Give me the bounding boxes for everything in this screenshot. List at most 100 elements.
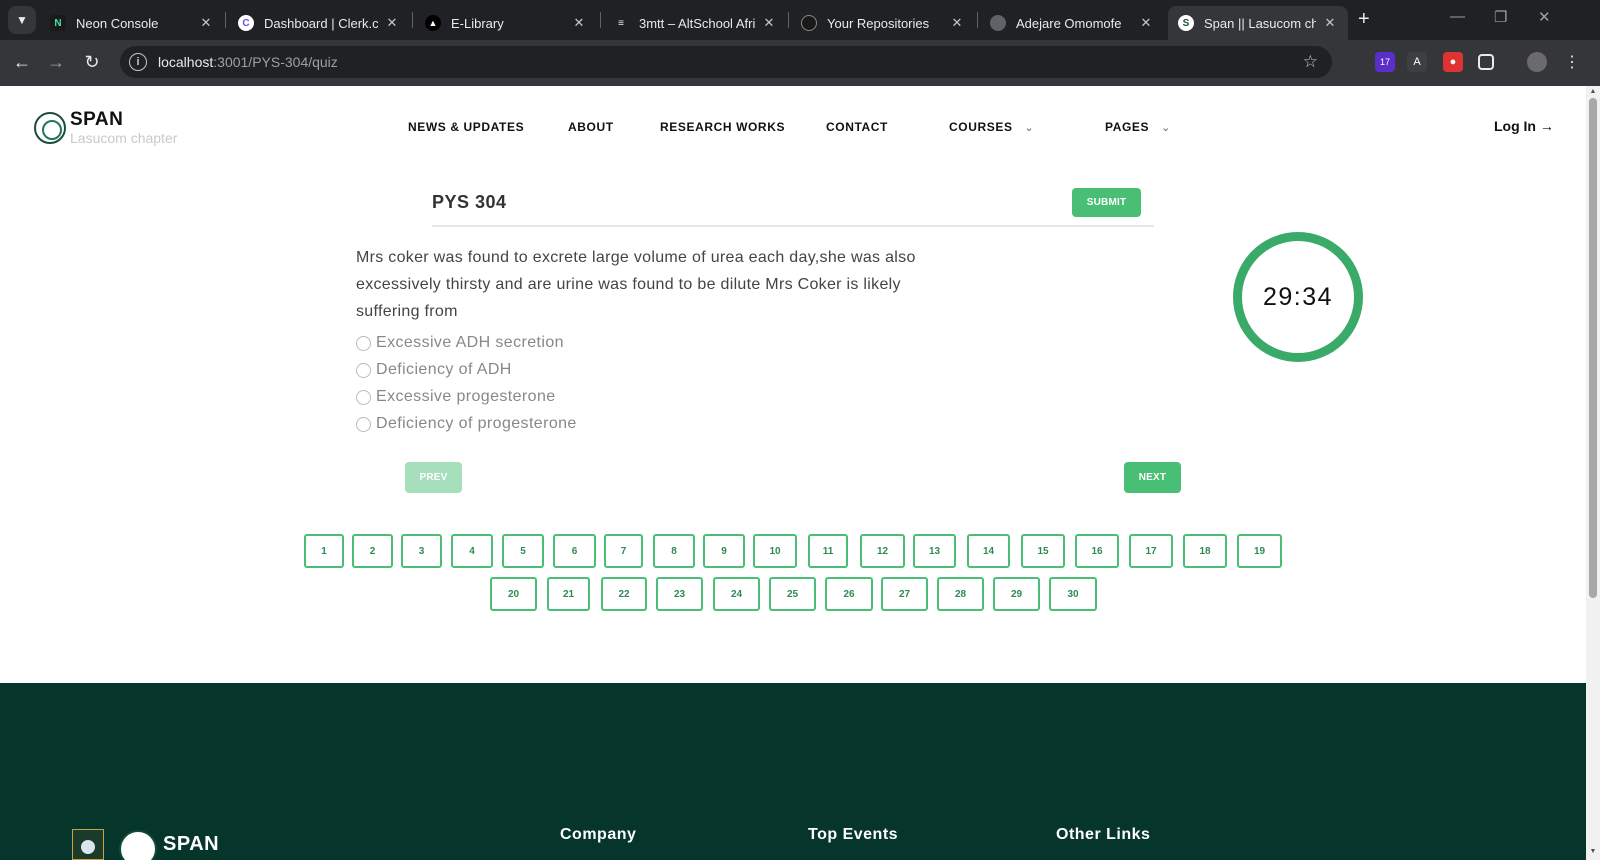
question-number-button[interactable]: 29 [993, 577, 1040, 611]
scroll-down-icon[interactable]: ▼ [1589, 848, 1597, 855]
chevron-down-icon: ⌄ [1161, 121, 1171, 134]
browser-toolbar: ← → ↻ i localhost:3001/PYS-304/quiz ☆ 17… [0, 40, 1600, 86]
question-number-button[interactable]: 1 [304, 534, 344, 568]
question-number-button[interactable]: 10 [753, 534, 797, 568]
tab-title: Span || Lasucom chapter [1204, 15, 1316, 31]
altschool-icon: ≡ [618, 17, 624, 29]
close-window-icon[interactable]: ✕ [1538, 8, 1551, 26]
question-number-button[interactable]: 2 [352, 534, 393, 568]
tab-separator [977, 12, 978, 28]
reload-icon[interactable]: ↻ [80, 52, 104, 73]
question-number-button[interactable]: 22 [601, 577, 647, 611]
close-tab-icon[interactable]: ✕ [571, 15, 587, 31]
nav-about[interactable]: ABOUT [568, 120, 614, 134]
radio-button[interactable] [356, 335, 371, 351]
radio-button[interactable] [356, 389, 371, 405]
question-number-button[interactable]: 15 [1021, 534, 1065, 568]
question-number-button[interactable]: 26 [825, 577, 873, 611]
browser-tab[interactable]: Your Repositories ✕ [791, 6, 975, 40]
question-number-button[interactable]: 25 [769, 577, 816, 611]
tab-separator [600, 12, 601, 28]
browser-tab[interactable]: N Neon Console ✕ [40, 6, 224, 40]
extension-icon[interactable]: A [1407, 52, 1427, 72]
question-number-button[interactable]: 3 [401, 534, 442, 568]
url-text: localhost:3001/PYS-304/quiz [158, 54, 338, 70]
nav-courses-dropdown[interactable]: COURSES ⌄ [949, 120, 1034, 134]
answer-option[interactable]: Excessive progesterone [356, 388, 556, 406]
answer-option[interactable]: Deficiency of ADH [356, 361, 512, 379]
browser-menu-icon[interactable]: ⋮ [1560, 52, 1584, 72]
browser-tab[interactable]: ▲ E-Library ✕ [415, 6, 597, 40]
url-path: :3001/PYS-304/quiz [213, 54, 338, 70]
extension-red-icon[interactable]: ● [1443, 52, 1463, 72]
page-viewport: SPAN Lasucom chapter NEWS & UPDATES ABOU… [0, 86, 1586, 860]
question-number-button[interactable]: 18 [1183, 534, 1227, 568]
question-number-button[interactable]: 14 [967, 534, 1010, 568]
nav-research-works[interactable]: RESEARCH WORKS [660, 120, 785, 134]
question-number-button[interactable]: 8 [653, 534, 695, 568]
tab-search-button[interactable]: ▼ [8, 6, 36, 34]
address-bar[interactable]: i localhost:3001/PYS-304/quiz ☆ [120, 46, 1332, 78]
question-number-button[interactable]: 28 [937, 577, 984, 611]
title-divider [432, 225, 1154, 227]
page-scrollbar[interactable]: ▲ ▼ [1586, 86, 1600, 860]
restore-icon[interactable]: ❐ [1494, 8, 1507, 26]
question-number-button[interactable]: 24 [713, 577, 760, 611]
answer-option[interactable]: Deficiency of progesterone [356, 415, 577, 433]
extension-badge-icon[interactable]: 17 [1375, 52, 1395, 72]
question-number-button[interactable]: 6 [553, 534, 596, 568]
browser-tab[interactable]: Adejare Omomofe ✕ [980, 6, 1164, 40]
question-number-button[interactable]: 13 [913, 534, 956, 568]
question-number-button[interactable]: 7 [604, 534, 643, 568]
close-tab-icon[interactable]: ✕ [384, 15, 400, 31]
scroll-thumb[interactable] [1589, 98, 1597, 598]
question-number-button[interactable]: 21 [547, 577, 590, 611]
bookmark-star-icon[interactable]: ☆ [1303, 52, 1318, 72]
minimize-icon[interactable]: — [1450, 8, 1465, 25]
next-button[interactable]: NEXT [1124, 462, 1181, 493]
prev-button[interactable]: PREV [405, 462, 462, 493]
tab-title: Dashboard | Clerk.com [264, 15, 378, 31]
question-number-button[interactable]: 27 [881, 577, 928, 611]
profile-avatar[interactable] [1527, 52, 1547, 72]
browser-tab[interactable]: ≡ 3mtt – AltSchool Africa ✕ [603, 6, 787, 40]
site-info-icon[interactable]: i [129, 53, 147, 71]
login-link[interactable]: Log In → [1494, 118, 1554, 134]
submit-button[interactable]: SUBMIT [1072, 188, 1141, 217]
question-number-button[interactable]: 20 [490, 577, 537, 611]
extensions-puzzle-icon[interactable] [1478, 54, 1494, 70]
nav-pages-dropdown[interactable]: PAGES ⌄ [1105, 120, 1171, 134]
answer-option[interactable]: Excessive ADH secretion [356, 334, 564, 352]
radio-button[interactable] [356, 362, 371, 378]
browser-tab-active[interactable]: S Span || Lasucom chapter ✕ [1168, 6, 1348, 40]
question-number-button[interactable]: 23 [656, 577, 703, 611]
question-number-button[interactable]: 16 [1075, 534, 1119, 568]
radio-button[interactable] [356, 416, 371, 432]
close-tab-icon[interactable]: ✕ [1138, 15, 1154, 31]
quiz-course-code: PYS 304 [432, 192, 507, 212]
question-number-button[interactable]: 11 [808, 534, 848, 568]
close-tab-icon[interactable]: ✕ [761, 15, 777, 31]
question-number-button[interactable]: 12 [860, 534, 905, 568]
chevron-down-icon: ⌄ [1024, 121, 1035, 134]
scroll-up-icon[interactable]: ▲ [1589, 88, 1597, 95]
question-number-button[interactable]: 4 [451, 534, 493, 568]
browser-tab[interactable]: C Dashboard | Clerk.com ✕ [228, 6, 410, 40]
close-tab-icon[interactable]: ✕ [949, 15, 965, 31]
question-number-button[interactable]: 30 [1049, 577, 1097, 611]
question-number-button[interactable]: 5 [502, 534, 544, 568]
forward-icon[interactable]: → [44, 52, 68, 73]
tab-title: Neon Console [76, 15, 159, 31]
close-tab-icon[interactable]: ✕ [1322, 15, 1338, 31]
option-label: Excessive ADH secretion [376, 334, 564, 351]
question-number-button[interactable]: 17 [1129, 534, 1173, 568]
nav-contact[interactable]: CONTACT [826, 120, 888, 134]
tab-title: Adejare Omomofe [1016, 15, 1122, 31]
nav-news-updates[interactable]: NEWS & UPDATES [408, 120, 524, 134]
site-logo[interactable]: SPAN Lasucom chapter [34, 110, 177, 146]
back-icon[interactable]: ← [10, 52, 34, 73]
new-tab-icon[interactable]: + [1358, 8, 1370, 31]
question-number-button[interactable]: 9 [703, 534, 745, 568]
question-number-button[interactable]: 19 [1237, 534, 1282, 568]
close-tab-icon[interactable]: ✕ [198, 15, 214, 31]
